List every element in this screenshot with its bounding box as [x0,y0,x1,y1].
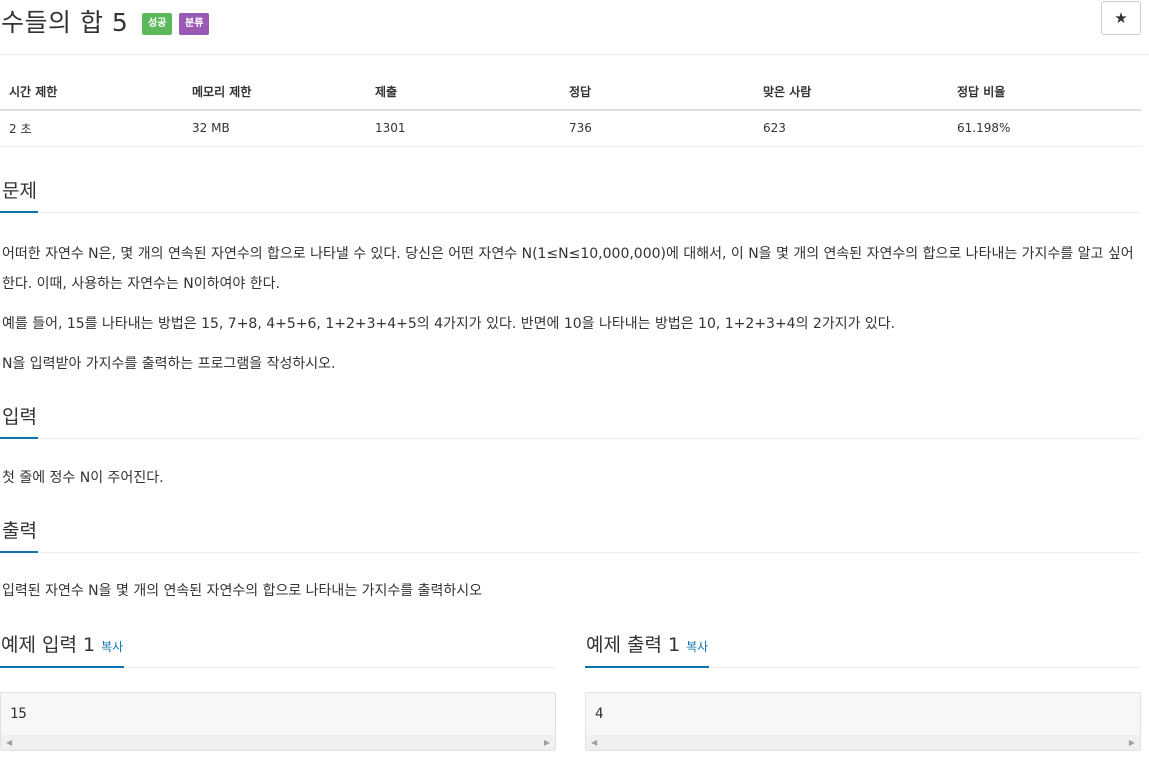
scroll-left-icon[interactable]: ◀ [591,738,597,747]
cell-solvers[interactable]: 623 [754,110,948,147]
problem-paragraph: 예를 들어, 15를 나타내는 방법은 15, 7+8, 4+5+6, 1+2+… [2,316,896,332]
problem-section-header: 문제 [0,176,1141,213]
input-description: 첫 줄에 정수 N이 주어진다. [2,463,1142,503]
output-text: 입력된 자연수 N을 몇 개의 연속된 자연수의 합으로 나타내는 가지수를 출… [2,583,483,599]
category-badge[interactable]: 분류 [179,13,210,35]
output-description: 입력된 자연수 N을 몇 개의 연속된 자연수의 합으로 나타내는 가지수를 출… [2,576,1142,616]
output-section-header: 출력 [0,516,1141,553]
input-section-header: 입력 [0,402,1141,439]
cell-memory-limit: 32 MB [183,110,366,147]
problem-header: 수들의 합 5 성공 분류 ★ [0,0,1149,55]
output-heading: 출력 [0,516,38,553]
status-badge-success[interactable]: 성공 [142,13,173,35]
sample-input-value: 15 [10,706,27,722]
sample-output-scrollbar[interactable]: ◀ ▶ [586,735,1140,750]
sample-input-title: 예제 입력 1 [1,634,96,656]
problem-paragraph: N을 입력받아 가지수를 출력하는 프로그램을 작성하시오. [2,356,336,372]
input-heading: 입력 [0,402,38,439]
header-submissions: 제출 [366,74,560,111]
header-memory-limit: 메모리 제한 [183,74,366,111]
cell-accepted[interactable]: 736 [560,110,754,147]
input-text: 첫 줄에 정수 N이 주어진다. [2,470,164,486]
sample-output-box[interactable]: 4 ◀ ▶ [585,692,1141,751]
problem-heading: 문제 [0,176,38,213]
copy-output-link[interactable]: 복사 [686,640,708,654]
scroll-left-icon[interactable]: ◀ [6,738,12,747]
scroll-right-icon[interactable]: ▶ [544,738,550,747]
cell-accept-ratio: 61.198% [948,110,1141,147]
problem-paragraph: 어떠한 자연수 N은, 몇 개의 연속된 자연수의 합으로 나타낼 수 있다. … [2,246,1134,292]
sample-input-box[interactable]: 15 ◀ ▶ [0,692,556,751]
sample-output-value: 4 [595,706,604,722]
table-row: 2 초 32 MB 1301 736 623 61.198% [0,110,1141,147]
sample-input-header: 예제 입력 1 복사 [0,630,556,668]
problem-description: 어떠한 자연수 N은, 몇 개의 연속된 자연수의 합으로 나타낼 수 있다. … [2,239,1142,389]
star-icon: ★ [1114,9,1128,27]
header-time-limit: 시간 제한 [0,74,183,111]
page-title: 수들의 합 5 [1,8,129,37]
sample-input-heading: 예제 입력 1 복사 [0,630,125,668]
info-header-row: 시간 제한 메모리 제한 제출 정답 맞은 사람 정답 비율 [0,74,1141,111]
copy-input-link[interactable]: 복사 [101,640,123,654]
header-accepted: 정답 [560,74,754,111]
scroll-right-icon[interactable]: ▶ [1129,738,1135,747]
cell-submissions[interactable]: 1301 [366,110,560,147]
sample-output-heading: 예제 출력 1 복사 [585,630,710,668]
problem-info-table: 시간 제한 메모리 제한 제출 정답 맞은 사람 정답 비율 2 초 32 MB… [0,74,1141,147]
sample-output-title: 예제 출력 1 [586,634,681,656]
sample-input-scrollbar[interactable]: ◀ ▶ [1,735,555,750]
header-solvers: 맞은 사람 [754,74,948,111]
header-accept-ratio: 정답 비율 [948,74,1141,111]
cell-time-limit: 2 초 [0,110,183,147]
favorite-star-button[interactable]: ★ [1101,1,1141,35]
sample-output-header: 예제 출력 1 복사 [585,630,1141,668]
